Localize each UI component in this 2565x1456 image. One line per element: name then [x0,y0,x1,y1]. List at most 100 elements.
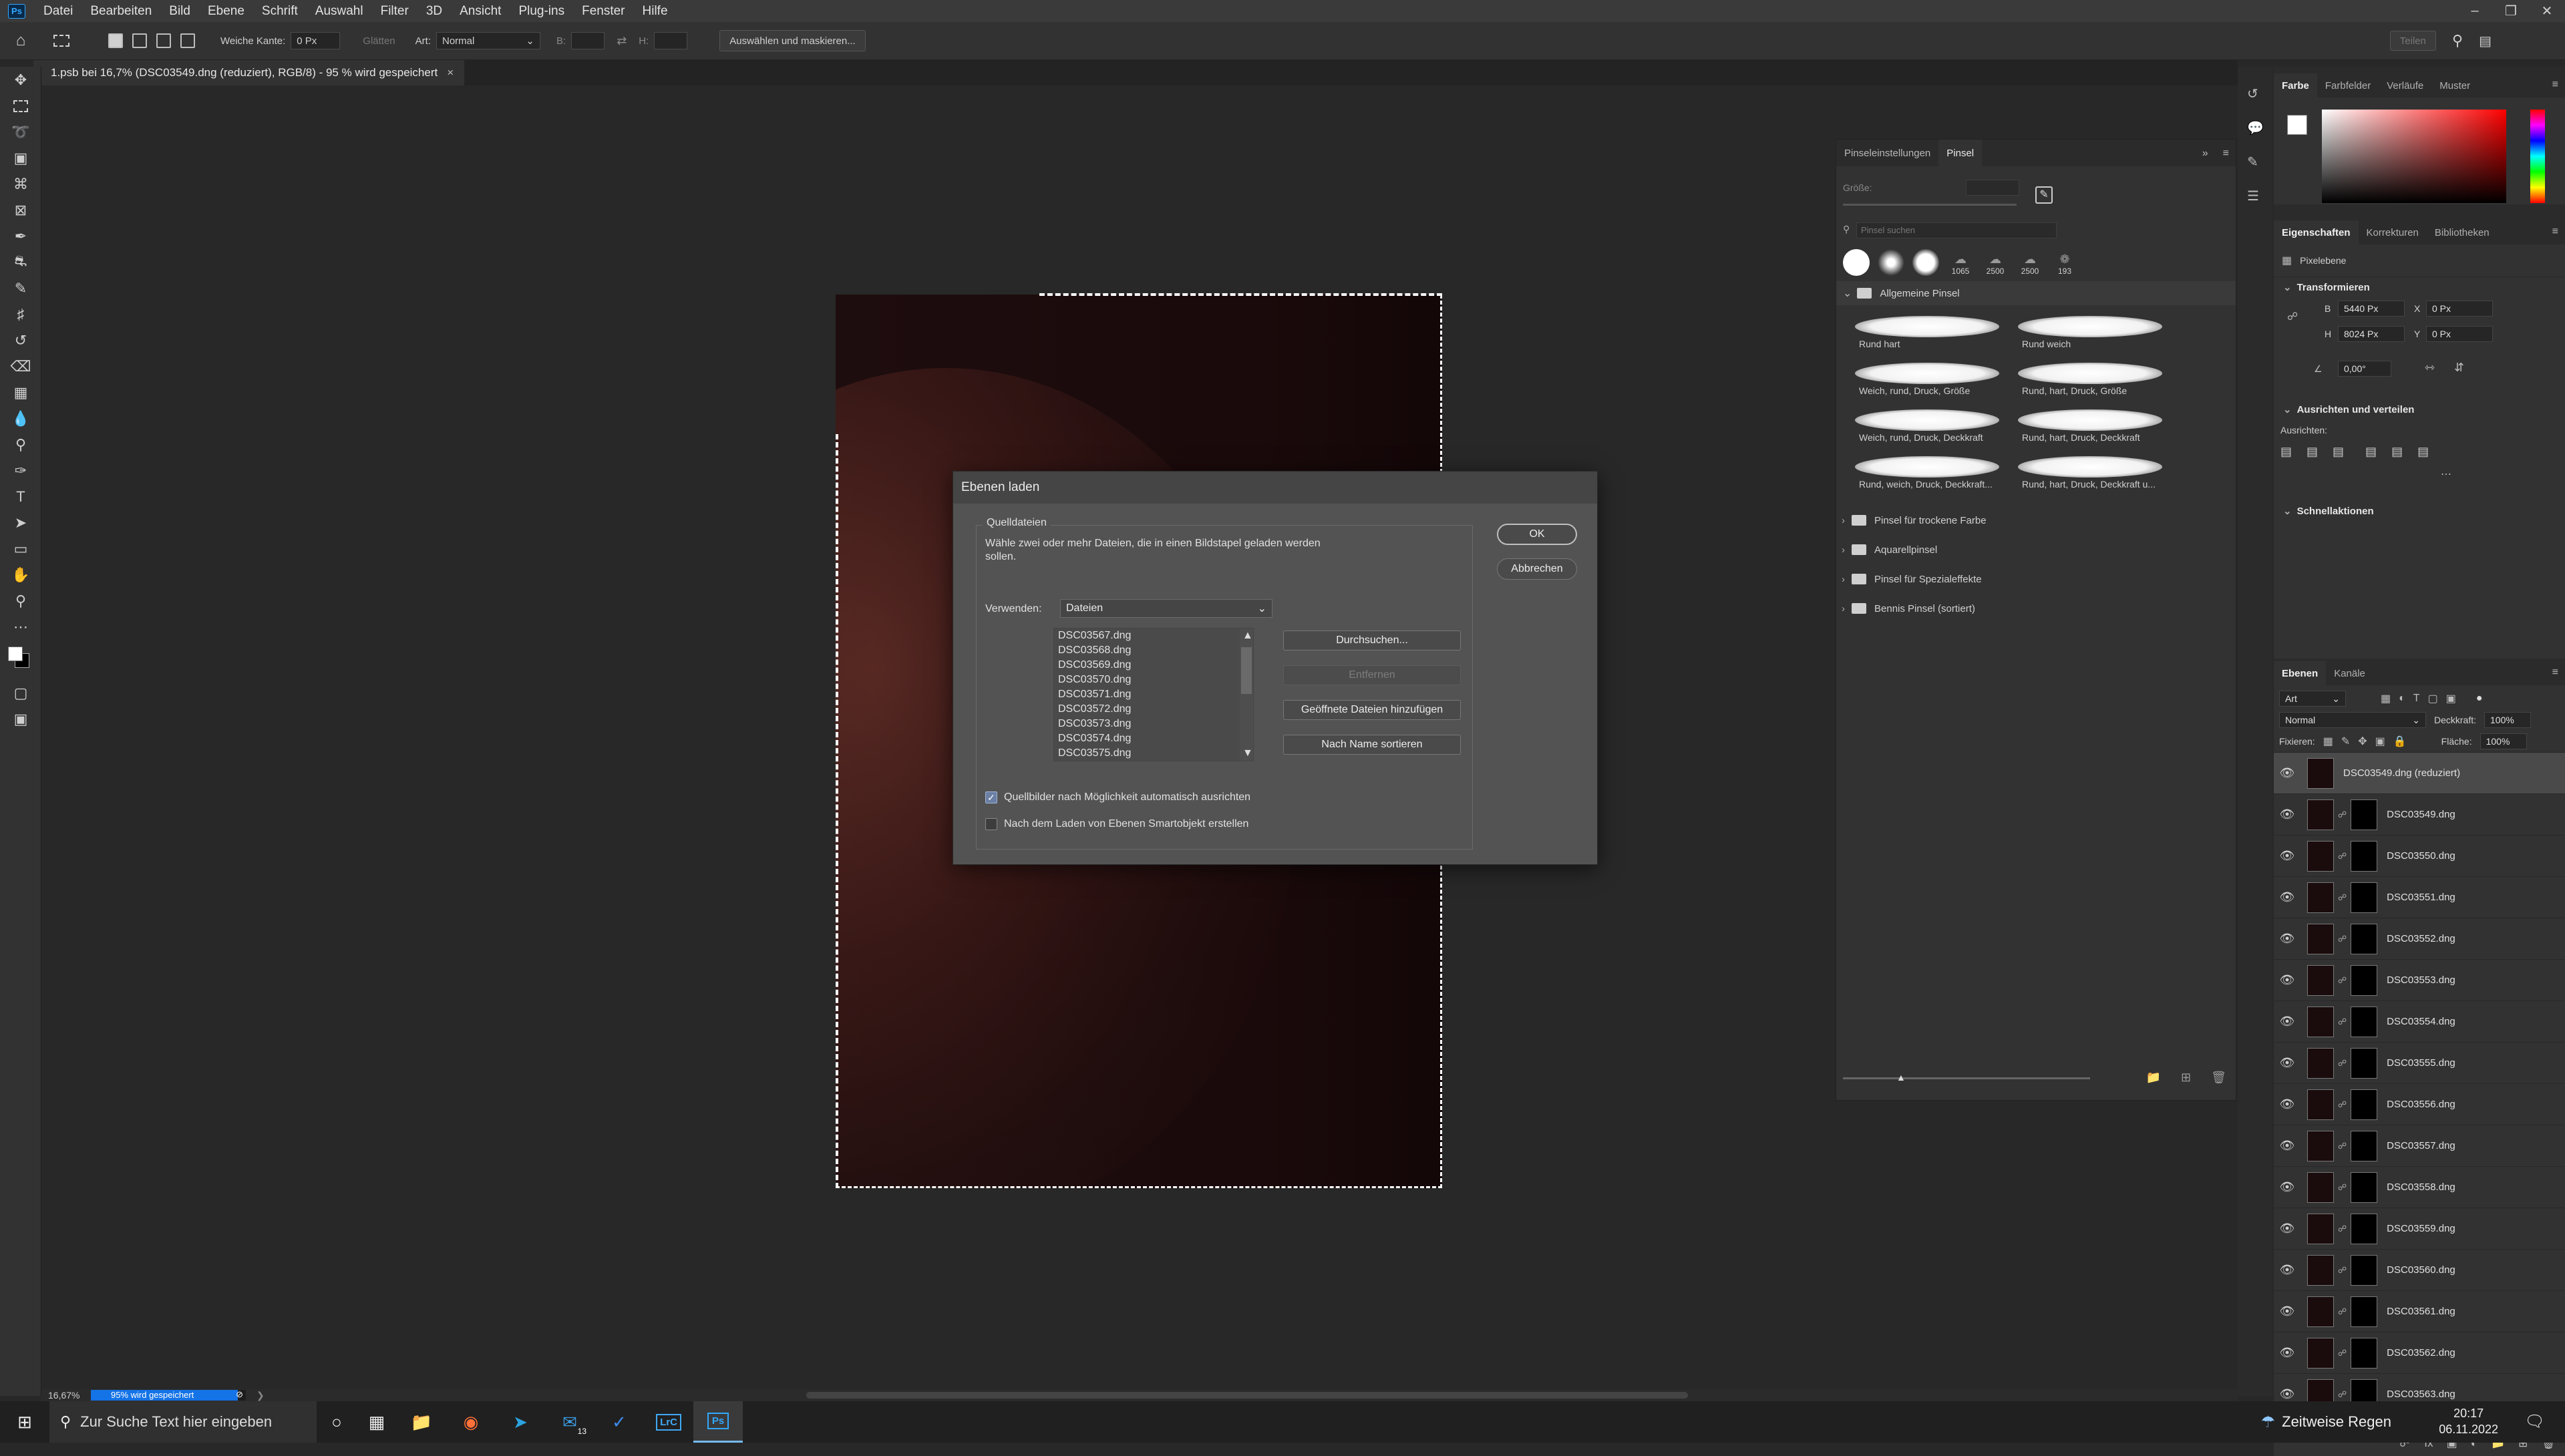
filter-pixel-icon[interactable]: ▦ [2381,692,2391,705]
layer-thumbnail[interactable] [2307,799,2334,830]
tab-channels[interactable]: Kanäle [2326,661,2373,685]
visibility-eye-icon[interactable]: 👁 [2274,807,2300,822]
select-and-mask-button[interactable]: Auswählen und maskieren... [719,30,866,51]
antialias-checkbox-label[interactable]: Glätten [363,35,395,47]
scroll-down-icon[interactable]: ▼ [1242,747,1253,759]
layer-row[interactable]: 👁 ☍ DSC03558.dng [2274,1167,2565,1208]
brush-stroke-preview[interactable] [2018,316,2162,337]
filter-toggle-icon[interactable]: ● [2476,693,2483,705]
menu-bearbeiten[interactable]: Bearbeiten [81,4,160,19]
brush-preset-medium[interactable] [1912,249,1939,276]
layer-thumbnail[interactable] [2307,1047,2334,1079]
file-list-item[interactable]: DSC03575.dng [1054,746,1253,761]
adjustments-icon[interactable]: ☰ [2247,188,2272,204]
brush-folder[interactable]: › Pinsel für trockene Farbe [1842,507,1987,534]
cortana-icon[interactable]: ○ [317,1401,357,1443]
brush-name[interactable]: Rund, hart, Druck, Deckkraft [2022,432,2140,443]
ok-button[interactable]: OK [1497,524,1577,545]
mask-link-icon[interactable]: ☍ [2338,1389,2347,1400]
document-tab[interactable]: 1.psb bei 16,7% (DSC03549.dng (reduziert… [33,60,465,85]
align-vcenter-icon[interactable]: ▤ [2391,445,2403,459]
brush-stroke-preview[interactable] [1855,456,1999,478]
layer-thumbnail[interactable] [2307,1130,2334,1161]
layer-name[interactable]: DSC03553.dng [2387,974,2455,986]
filter-type-icon[interactable]: T [2413,693,2420,705]
new-brush-icon[interactable]: ⊞ [2181,1071,2191,1085]
tab-swatches[interactable]: Farbfelder [2317,73,2379,98]
file-list-item[interactable]: DSC03571.dng [1054,687,1253,702]
telegram-icon[interactable]: ➤ [496,1401,545,1443]
layer-name[interactable]: DSC03549.dng (reduziert) [2343,767,2460,779]
history-icon[interactable]: ↺ [2247,85,2272,102]
tab-adjustments[interactable]: Korrekturen [2359,220,2427,244]
layer-name[interactable]: DSC03556.dng [2387,1099,2455,1110]
general-brushes-folder[interactable]: ⌄ Allgemeine Pinsel [1836,281,2236,305]
lock-artboard-icon[interactable]: ▣ [2375,735,2385,748]
browse-button[interactable]: Durchsuchen... [1283,630,1461,651]
brush-name[interactable]: Weich, rund, Druck, Deckkraft [1859,432,1983,443]
layer-thumbnail[interactable] [2307,757,2334,789]
filter-shape-icon[interactable]: ▢ [2428,692,2438,705]
file-list-item[interactable]: DSC03567.dng [1054,628,1253,643]
windows-start-icon[interactable]: ⊞ [0,1401,49,1443]
create-brush-icon[interactable]: ✎ [2035,186,2053,204]
comments-icon[interactable]: 💬 [2247,120,2272,136]
layer-mask-thumbnail[interactable] [2351,1130,2378,1161]
zoom-tool-icon[interactable]: ⚲ [0,588,41,614]
file-list-item[interactable]: DSC03574.dng [1054,731,1253,746]
brush-search-input[interactable]: Pinsel suchen [1856,222,2057,238]
blur-tool-icon[interactable]: 💧 [0,405,41,431]
layer-name[interactable]: DSC03555.dng [2387,1057,2455,1069]
brush-name[interactable]: Rund weich [2022,339,2071,349]
layer-name[interactable]: DSC03561.dng [2387,1306,2455,1317]
crop-tool-icon[interactable]: ⌘ [0,171,41,197]
lightroom-icon[interactable]: LrC [644,1401,693,1443]
restore-icon[interactable]: ❐ [2493,0,2529,22]
file-list[interactable]: DSC03567.dng DSC03568.dng DSC03569.dng DSC0… [1053,628,1254,761]
brush-name[interactable]: Rund hart [1859,339,1900,349]
width-input[interactable] [571,32,605,49]
angle-field[interactable]: 0,00° [2338,361,2391,377]
brush-stroke-preview[interactable] [1855,316,1999,337]
hand-tool-icon[interactable]: ✋ [0,562,41,588]
layer-thumbnail[interactable] [2307,882,2334,913]
taskbar-search[interactable]: ⚲ Zur Suche Text hier eingeben [49,1401,317,1443]
layer-mask-thumbnail[interactable] [2351,1006,2378,1037]
menu-auswahl[interactable]: Auswahl [307,4,372,19]
brush-size-input[interactable] [1966,180,2019,196]
height-field[interactable]: 8024 Px [2338,326,2405,342]
tab-color[interactable]: Farbe [2274,73,2317,98]
layer-row[interactable]: 👁 ☍ DSC03559.dng [2274,1208,2565,1250]
mask-link-icon[interactable]: ☍ [2338,892,2347,903]
visibility-eye-icon[interactable]: 👁 [2274,890,2300,904]
brush-name[interactable]: Rund, hart, Druck, Deckkraft u... [2022,479,2156,490]
share-button[interactable]: Teilen [2389,31,2436,51]
status-menu-icon[interactable]: ❯ [256,1390,265,1401]
layer-row[interactable]: 👁 ☍ DSC03552.dng [2274,918,2565,960]
layer-row[interactable]: 👁 ☍ DSC03554.dng [2274,1001,2565,1043]
brush-size-slider[interactable] [1843,204,2017,206]
panel-menu-icon[interactable]: ≡ [2223,148,2229,160]
remove-button[interactable]: Entfernen [1283,665,1461,685]
menu-schrift[interactable]: Schrift [253,4,307,19]
layer-mask-thumbnail[interactable] [2351,1089,2378,1120]
layer-name[interactable]: DSC03558.dng [2387,1181,2455,1193]
dodge-tool-icon[interactable]: ⚲ [0,431,41,458]
brush-preset-soft[interactable] [1878,249,1904,276]
height-input[interactable] [654,32,688,49]
close-icon[interactable]: ✕ [2529,0,2565,22]
weather-icon[interactable]: ☂ [2261,1413,2276,1432]
visibility-eye-icon[interactable]: 👁 [2274,1222,2300,1236]
add-open-files-button[interactable]: Geöffnete Dateien hinzufügen [1283,700,1461,720]
panel-menu-icon[interactable]: ≡ [2552,226,2565,244]
layer-mask-thumbnail[interactable] [2351,1047,2378,1079]
layer-row[interactable]: 👁 ☍ DSC03550.dng [2274,836,2565,877]
taskbar-clock[interactable]: 20:17 06.11.2022 [2439,1405,2498,1437]
layer-name[interactable]: DSC03557.dng [2387,1140,2455,1151]
layer-name[interactable]: DSC03559.dng [2387,1223,2455,1234]
mask-link-icon[interactable]: ☍ [2338,851,2347,862]
layer-thumbnail[interactable] [2307,1254,2334,1286]
layer-thumbnail[interactable] [2307,1171,2334,1203]
scroll-up-icon[interactable]: ▲ [1242,630,1253,642]
firefox-icon[interactable]: ◉ [446,1401,496,1443]
